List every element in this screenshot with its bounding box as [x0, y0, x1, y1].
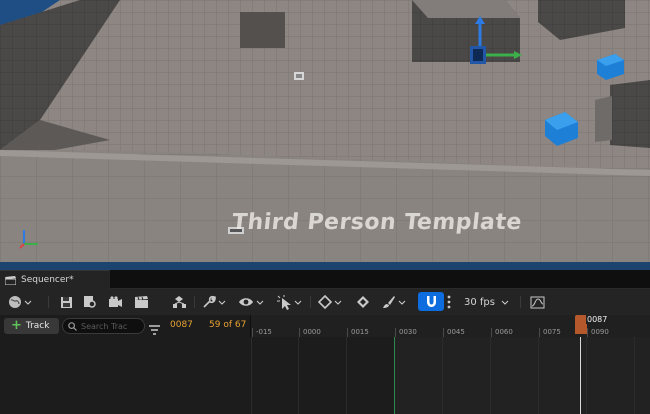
tab-sequencer-label: Sequencer*: [21, 275, 74, 285]
toolbar-divider: [194, 296, 195, 308]
chevron-down-icon: [256, 300, 264, 305]
timeline-grid-line: [442, 337, 443, 414]
curve-editor-icon: [530, 296, 545, 308]
filter-icon: [149, 325, 160, 335]
chevron-down-icon: [398, 300, 406, 305]
tab-sequencer[interactable]: Sequencer*: [0, 270, 110, 289]
clapperboard-icon: [5, 275, 16, 285]
actor-hierarchy-icon: [173, 296, 186, 308]
timeline-grid-line: [490, 337, 491, 414]
track-list-panel[interactable]: [0, 337, 250, 414]
timeline-grid-line: [538, 337, 539, 414]
ruler-tick: [347, 328, 348, 337]
timeline-grid-line: [586, 337, 587, 414]
keyframe-button[interactable]: [318, 294, 342, 310]
timeline-grid-line: [346, 337, 347, 414]
visibility-button[interactable]: [238, 294, 264, 310]
tools-button[interactable]: [202, 294, 226, 310]
toolbar-divider: [310, 296, 311, 308]
ruler-tick-label: 0090: [591, 328, 609, 336]
ruler-tick-label: 0045: [447, 328, 465, 336]
ruler-tick-label: 0030: [399, 328, 417, 336]
find-asset-button[interactable]: [83, 294, 97, 310]
brush-icon: [383, 296, 395, 308]
ruler-tick-label: 0015: [351, 328, 369, 336]
track-search-box[interactable]: [62, 318, 145, 334]
chevron-down-icon: [501, 300, 509, 305]
current-frame-readout[interactable]: 0087: [170, 320, 193, 330]
search-icon: [68, 321, 77, 331]
cinematic-button[interactable]: [134, 294, 149, 310]
ruler-tick: [395, 328, 396, 337]
render-movie-button[interactable]: [108, 294, 123, 310]
magnet-icon: [426, 296, 436, 307]
ruler-tick: [491, 328, 492, 337]
plus-icon: +: [11, 318, 22, 333]
level-viewport[interactable]: Third Person Template: [0, 0, 650, 270]
snap-toggle-button[interactable]: [418, 292, 444, 311]
frame-rate-label: 30 fps: [464, 296, 495, 308]
ruler-tick: [252, 328, 253, 337]
chevron-down-icon: [24, 300, 32, 305]
pre-range-shade: [250, 337, 394, 414]
playhead-frame-label: 0087: [586, 315, 609, 324]
save-button[interactable]: [60, 294, 73, 310]
world-icon: [9, 296, 21, 308]
toolbar-divider: [48, 296, 49, 308]
curve-editor-button[interactable]: [530, 294, 545, 310]
frame-count-readout: 59 of 67: [209, 320, 247, 330]
render-movie-icon: [109, 295, 122, 307]
more-icon: [447, 295, 451, 309]
sequencer-toolbar: 30 fps: [0, 289, 650, 315]
add-track-button[interactable]: + Track: [4, 318, 59, 334]
panel-tab-bar: Sequencer*: [0, 270, 650, 289]
add-track-label: Track: [25, 321, 50, 331]
timeline-ruler[interactable]: -015 0000 0015 0030 0045 0060 0075 0090 …: [250, 315, 650, 337]
world-button[interactable]: [8, 294, 32, 310]
track-timeline-panel[interactable]: [250, 337, 650, 414]
ruler-tick: [443, 328, 444, 337]
ruler-tick-label: 0060: [495, 328, 513, 336]
chevron-down-icon: [334, 300, 342, 305]
track-area: [0, 337, 650, 414]
chevron-down-icon: [294, 300, 302, 305]
cinematic-icon: [135, 295, 148, 308]
track-search-input[interactable]: [81, 321, 143, 331]
timeline-grid-line: [634, 337, 635, 414]
chevron-down-icon: [218, 300, 226, 305]
toolbar-divider: [520, 296, 521, 308]
actor-hierarchy-button[interactable]: [172, 294, 187, 310]
timeline-grid-line: [251, 337, 252, 414]
timeline-grid-line: [298, 337, 299, 414]
save-icon: [61, 296, 72, 308]
auto-key-button[interactable]: [356, 294, 370, 310]
ruler-tick: [539, 328, 540, 337]
selection-button[interactable]: [277, 294, 302, 310]
select-cursor-icon: [277, 294, 291, 310]
ruler-tick: [587, 328, 588, 337]
wrench-icon: [203, 295, 216, 308]
playback-start-marker[interactable]: [394, 337, 395, 414]
ruler-tick: [299, 328, 300, 337]
auto-key-icon: [357, 296, 369, 308]
template-title-text: Third Person Template: [230, 210, 524, 235]
playhead-line: [580, 337, 581, 414]
frame-rate-dropdown[interactable]: 30 fps: [464, 293, 509, 311]
ruler-tick-label: 0000: [303, 328, 321, 336]
visibility-icon: [239, 298, 253, 306]
keyframe-icon: [318, 295, 332, 309]
ruler-tick-label: 0075: [543, 328, 561, 336]
brush-button[interactable]: [382, 294, 406, 310]
more-options-button[interactable]: [447, 294, 451, 310]
ruler-tick-label: -015: [256, 328, 272, 336]
find-asset-icon: [84, 296, 96, 308]
